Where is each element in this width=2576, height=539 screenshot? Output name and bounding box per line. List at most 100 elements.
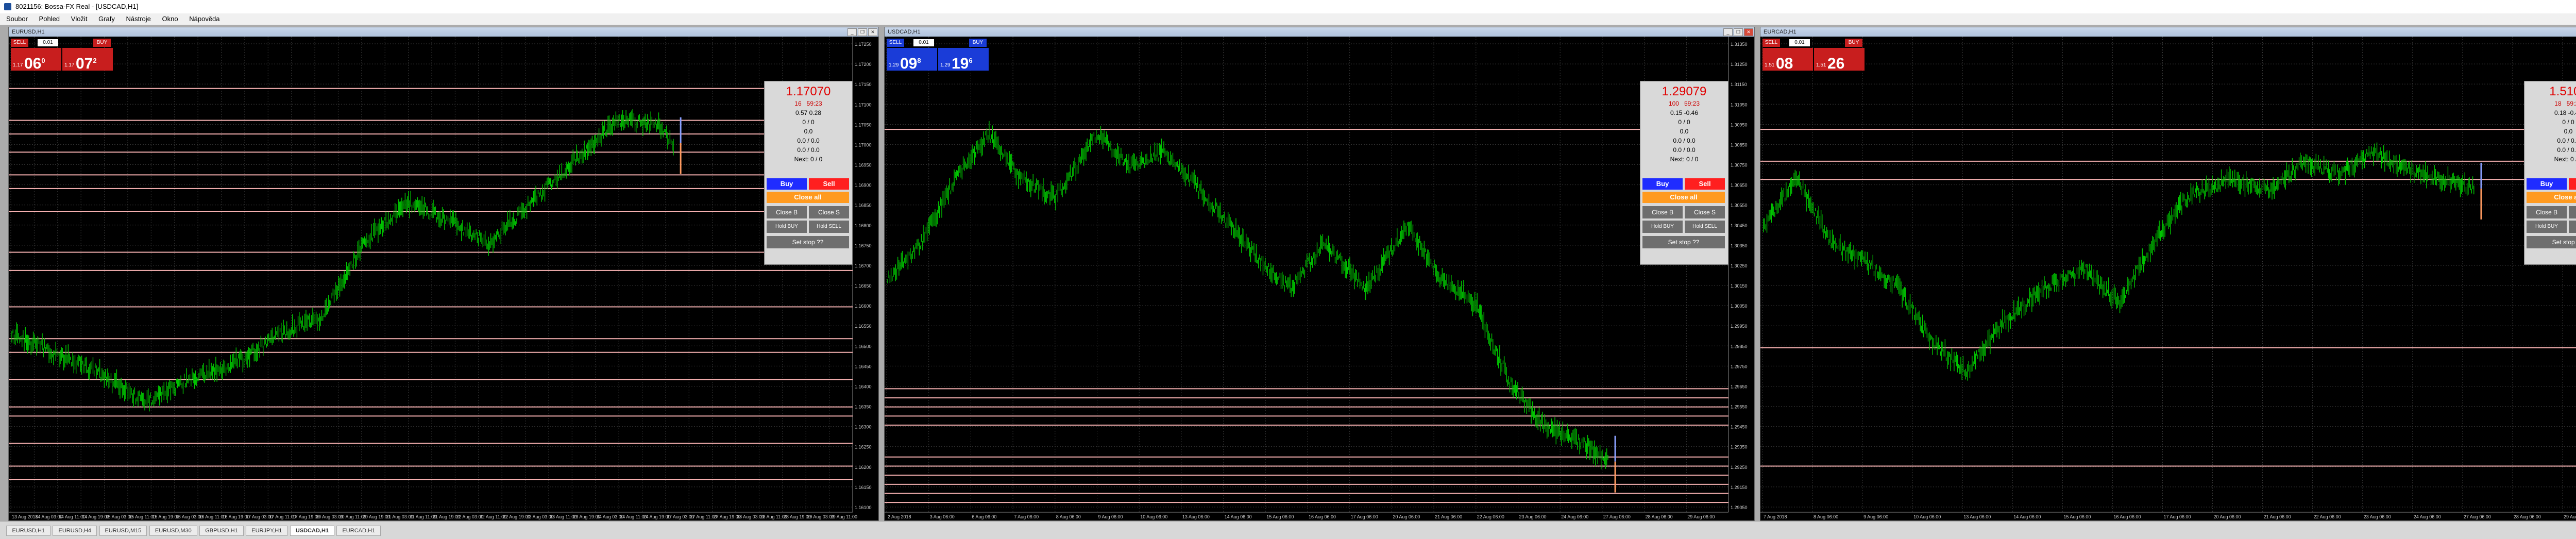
close-all-button[interactable]: Close all bbox=[2527, 192, 2576, 203]
sell-price-prefix: 1.51 bbox=[1765, 62, 1775, 68]
price-tick-label: 1.17050 bbox=[855, 122, 872, 127]
sell-button[interactable]: Sell bbox=[2569, 178, 2576, 190]
sell-button[interactable]: Sell bbox=[809, 178, 849, 190]
price-chart[interactable]: 1.172501.172001.171501.171001.170501.170… bbox=[9, 37, 878, 520]
chart-close-button[interactable]: ✕ bbox=[868, 28, 877, 36]
set-stop-button[interactable]: Set stop ?? bbox=[2527, 236, 2576, 248]
lots-value: 0.0 / 0.0 bbox=[797, 137, 820, 144]
buy-button[interactable]: 1.51 26 bbox=[1814, 48, 1865, 72]
buy-button[interactable]: Buy bbox=[2527, 178, 2567, 190]
positions-count: 0 / 0 bbox=[802, 119, 815, 126]
tab-eurcad-h1[interactable]: EURCAD,H1 bbox=[336, 526, 381, 536]
trade-header: SELL 0.01 BUY bbox=[1762, 39, 1866, 47]
chart-minimize-button[interactable]: _ bbox=[848, 28, 857, 36]
buy-button[interactable]: Buy bbox=[767, 178, 807, 190]
price-tick-label: 1.16950 bbox=[855, 163, 872, 168]
tab-eurusd-h1[interactable]: EURUSD,H1 bbox=[6, 526, 51, 536]
lots-value: 0.0 / 0.0 bbox=[2557, 137, 2576, 144]
price-tick-label: 1.30550 bbox=[1731, 203, 1748, 208]
trade-panel: 1.29079 100 59:23 0.15 -0.46 0 / 0 0.0 0… bbox=[1640, 81, 1728, 265]
hold-sell-button[interactable]: Hold SELL bbox=[2569, 221, 2576, 233]
chart-restore-button[interactable]: ❐ bbox=[858, 28, 867, 36]
time-tick-label: 8 Aug 06:00 bbox=[1814, 514, 1838, 519]
time-tick-label: 16 Aug 06:00 bbox=[1309, 514, 1336, 519]
time-tick-label: 28 Aug 06:00 bbox=[1646, 514, 1673, 519]
tab-eurusd-m15[interactable]: EURUSD,M15 bbox=[99, 526, 147, 536]
close-sell-button[interactable]: Close S bbox=[809, 206, 849, 218]
lot-size-input[interactable]: 0.01 bbox=[38, 39, 58, 46]
time-tick-label: 10 Aug 06:00 bbox=[1140, 514, 1167, 519]
menu-insert[interactable]: Vložit bbox=[71, 15, 88, 23]
menu-tools[interactable]: Nástroje bbox=[126, 15, 151, 23]
menu-window[interactable]: Okno bbox=[162, 15, 178, 23]
time-tick-label: 16 Aug 06:00 bbox=[2113, 514, 2141, 519]
time-tick-label: 17 Aug 06:00 bbox=[1351, 514, 1378, 519]
sell-label[interactable]: SELL bbox=[11, 39, 28, 47]
hold-sell-button[interactable]: Hold SELL bbox=[1685, 221, 1725, 233]
price-tick-label: 1.16400 bbox=[855, 384, 872, 389]
tab-gbpusd-h1[interactable]: GBPUSD,H1 bbox=[199, 526, 244, 536]
close-sell-button[interactable]: Close S bbox=[2569, 206, 2576, 218]
price-tick-label: 1.29950 bbox=[1731, 324, 1748, 329]
buy-label[interactable]: BUY bbox=[93, 39, 111, 47]
price-tick-label: 1.29250 bbox=[1731, 465, 1748, 470]
buy-button[interactable]: 1.29 196 bbox=[938, 48, 989, 72]
menu-help[interactable]: Nápověda bbox=[189, 15, 219, 23]
price-chart[interactable]: 1.524001.523001.522001.521001.520001.519… bbox=[1760, 37, 2576, 520]
sell-button[interactable]: 1.17 060 bbox=[11, 48, 61, 72]
buy-button[interactable]: 1.17 072 bbox=[62, 48, 113, 72]
hold-buy-button[interactable]: Hold BUY bbox=[2527, 221, 2567, 233]
set-stop-button[interactable]: Set stop ?? bbox=[1642, 236, 1725, 248]
time-tick-label: 13 Aug 06:00 bbox=[1182, 514, 1210, 519]
chart-minimize-button[interactable]: _ bbox=[1723, 28, 1733, 36]
chart-close-button[interactable]: ✕ bbox=[1744, 28, 1753, 36]
sell-label[interactable]: SELL bbox=[887, 39, 904, 47]
price-tick-label: 1.17200 bbox=[855, 62, 872, 67]
price-tick-label: 1.16350 bbox=[855, 405, 872, 410]
time-tick-label: 9 Aug 06:00 bbox=[1863, 514, 1888, 519]
menu-charts[interactable]: Grafy bbox=[98, 15, 115, 23]
sell-label[interactable]: SELL bbox=[1762, 39, 1780, 47]
tab-eurusd-m30[interactable]: EURUSD,M30 bbox=[149, 526, 197, 536]
close-buy-button[interactable]: Close B bbox=[1642, 206, 1683, 218]
price-tick-label: 1.16100 bbox=[855, 505, 872, 510]
positions-count: 0 / 0 bbox=[1678, 119, 1690, 126]
chart-window-usdcad[interactable]: USDCAD,H1 _ ❐ ✕ 1.31350 1.31250 1.31150 1.3… bbox=[884, 27, 1755, 521]
buy-label[interactable]: BUY bbox=[969, 39, 987, 47]
sell-button[interactable]: Sell bbox=[1685, 178, 1725, 190]
hold-buy-button[interactable]: Hold BUY bbox=[1642, 221, 1683, 233]
chart-restore-button[interactable]: ❐ bbox=[1734, 28, 1743, 36]
current-price: 1.29079 bbox=[1662, 85, 1707, 98]
chart-title: EURCAD,H1 bbox=[1764, 29, 1797, 35]
price-tick-label: 1.29450 bbox=[1731, 425, 1748, 430]
price-tick-label: 1.31150 bbox=[1731, 82, 1747, 87]
close-sell-button[interactable]: Close S bbox=[1685, 206, 1725, 218]
lot-size-input[interactable]: 0.01 bbox=[1789, 39, 1810, 46]
tab-eurjpy-h1[interactable]: EURJPY,H1 bbox=[246, 526, 288, 536]
close-buy-button[interactable]: Close B bbox=[2527, 206, 2567, 218]
price-chart[interactable]: 1.31350 1.31250 1.31150 1.31050 1.30950 1.308… bbox=[885, 37, 1754, 520]
current-price: 1.5108 bbox=[2549, 85, 2576, 98]
sell-button[interactable]: 1.29 098 bbox=[887, 48, 937, 72]
hold-sell-button[interactable]: Hold SELL bbox=[809, 221, 849, 233]
price-tick-label: 1.31250 bbox=[1731, 62, 1748, 67]
chart-window-eurcad[interactable]: EURCAD,H1 _ ❐ ✕ 1.524001.523001.522001.5… bbox=[1760, 27, 2576, 521]
close-buy-button[interactable]: Close B bbox=[767, 206, 807, 218]
minimize-button[interactable]: – bbox=[2567, 0, 2576, 13]
buy-button[interactable]: Buy bbox=[1642, 178, 1683, 190]
lot-size-input[interactable]: 0.01 bbox=[913, 39, 934, 46]
buy-label[interactable]: BUY bbox=[1845, 39, 1862, 47]
price-tick-label: 1.29750 bbox=[1731, 364, 1748, 369]
tab-eurusd-h4[interactable]: EURUSD,H4 bbox=[53, 526, 97, 536]
sell-price-big: 098 bbox=[900, 55, 921, 72]
menu-file[interactable]: Soubor bbox=[6, 15, 28, 23]
hold-buy-button[interactable]: Hold BUY bbox=[767, 221, 807, 233]
close-all-button[interactable]: Close all bbox=[1642, 192, 1725, 203]
tab-usdcad-h1[interactable]: USDCAD,H1 bbox=[290, 526, 335, 536]
sell-button[interactable]: 1.51 08 bbox=[1762, 48, 1813, 72]
close-all-button[interactable]: Close all bbox=[767, 192, 849, 203]
set-stop-button[interactable]: Set stop ?? bbox=[767, 236, 849, 248]
chart-window-eurusd[interactable]: EURUSD,H1 _ ❐ ✕ 1.17250 1.17200 1.17150 1.1… bbox=[8, 27, 879, 521]
price-tick-label: 1.30650 bbox=[1731, 183, 1748, 188]
menu-view[interactable]: Pohled bbox=[39, 15, 60, 23]
